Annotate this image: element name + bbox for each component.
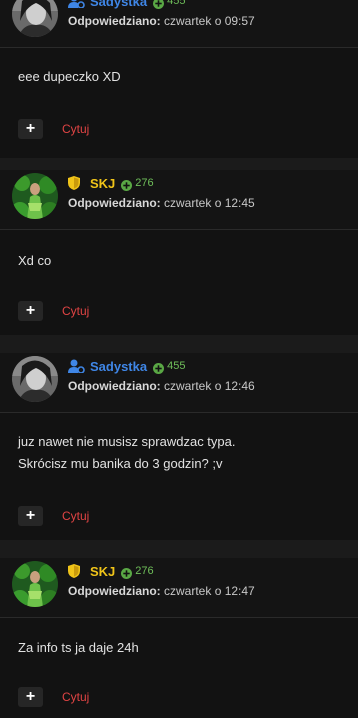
user-line: SKJ 276 bbox=[68, 175, 154, 191]
post: SKJ 276 Odpowiedziano: czwartek o 12:45 … bbox=[0, 170, 358, 335]
post-body: Xd co bbox=[18, 250, 51, 272]
user-line: Sadystka 455 bbox=[68, 358, 185, 374]
meta-label: Odpowiedziano: bbox=[68, 196, 161, 210]
reputation-plus-icon bbox=[121, 566, 133, 579]
reputation-count: 276 bbox=[135, 565, 154, 577]
reputation-count: 455 bbox=[167, 360, 186, 372]
shield-icon bbox=[68, 176, 85, 190]
meta-label: Odpowiedziano: bbox=[68, 14, 161, 28]
post: SKJ 276 Odpowiedziano: czwartek o 12:47 … bbox=[0, 558, 358, 718]
post: Sadystka 455 Odpowiedziano: czwartek o 1… bbox=[0, 353, 358, 540]
reputation-plus-icon bbox=[153, 0, 165, 9]
meta-label: Odpowiedziano: bbox=[68, 379, 161, 393]
shield-icon bbox=[68, 564, 85, 578]
reputation-count: 455 bbox=[167, 0, 186, 7]
post-line: Xd co bbox=[18, 253, 52, 268]
post-header: SKJ 276 Odpowiedziano: czwartek o 12:47 bbox=[0, 558, 358, 618]
post-time: czwartek o 09:57 bbox=[164, 14, 255, 28]
post-meta: Odpowiedziano: czwartek o 12:46 bbox=[68, 379, 255, 393]
avatar[interactable] bbox=[12, 561, 58, 607]
plus-button[interactable]: + bbox=[18, 687, 43, 707]
reputation-plus-icon bbox=[153, 361, 165, 374]
post-header: Sadystka 455 Odpowiedziano: czwartek o 0… bbox=[0, 0, 358, 48]
user-cog-icon bbox=[68, 0, 85, 9]
post-actions: + Cytuj bbox=[18, 687, 89, 707]
post-header: Sadystka 455 Odpowiedziano: czwartek o 1… bbox=[0, 353, 358, 413]
user-cog-icon bbox=[68, 359, 85, 374]
plus-button[interactable]: + bbox=[18, 506, 43, 526]
post-body: eee dupeczko XD bbox=[18, 66, 121, 88]
reputation-count: 276 bbox=[135, 177, 154, 189]
post-header: SKJ 276 Odpowiedziano: czwartek o 12:45 bbox=[0, 170, 358, 230]
plus-button[interactable]: + bbox=[18, 301, 43, 321]
post-actions: + Cytuj bbox=[18, 301, 89, 321]
username[interactable]: Sadystka bbox=[90, 0, 147, 9]
username[interactable]: SKJ bbox=[90, 176, 115, 191]
post-time: czwartek o 12:47 bbox=[164, 584, 255, 598]
post: Sadystka 455 Odpowiedziano: czwartek o 0… bbox=[0, 0, 358, 158]
plus-button[interactable]: + bbox=[18, 119, 43, 139]
quote-button[interactable]: Cytuj bbox=[62, 122, 89, 136]
post-meta: Odpowiedziano: czwartek o 09:57 bbox=[68, 14, 255, 28]
meta-label: Odpowiedziano: bbox=[68, 584, 161, 598]
post-actions: + Cytuj bbox=[18, 119, 89, 139]
post-body: Za info ts ja daje 24h bbox=[18, 637, 139, 659]
avatar[interactable] bbox=[12, 173, 58, 219]
post-body: juz nawet nie musisz sprawdzac typa. Skr… bbox=[18, 431, 235, 475]
user-line: Sadystka 455 bbox=[68, 0, 185, 9]
quote-button[interactable]: Cytuj bbox=[62, 690, 89, 704]
post-time: czwartek o 12:45 bbox=[164, 196, 255, 210]
quote-button[interactable]: Cytuj bbox=[62, 509, 89, 523]
post-line: juz nawet nie musisz sprawdzac typa. bbox=[18, 434, 236, 449]
post-meta: Odpowiedziano: czwartek o 12:47 bbox=[68, 584, 255, 598]
post-line: Za info ts ja daje 24h bbox=[18, 640, 139, 655]
username[interactable]: SKJ bbox=[90, 564, 115, 579]
user-line: SKJ 276 bbox=[68, 563, 154, 579]
reputation-plus-icon bbox=[121, 178, 133, 191]
avatar[interactable] bbox=[12, 0, 58, 37]
avatar[interactable] bbox=[12, 356, 58, 402]
post-time: czwartek o 12:46 bbox=[164, 379, 255, 393]
post-line: eee dupeczko XD bbox=[18, 69, 121, 84]
username[interactable]: Sadystka bbox=[90, 359, 147, 374]
post-meta: Odpowiedziano: czwartek o 12:45 bbox=[68, 196, 255, 210]
post-line: Skrócisz mu banika do 3 godzin? ;v bbox=[18, 456, 223, 471]
quote-button[interactable]: Cytuj bbox=[62, 304, 89, 318]
post-actions: + Cytuj bbox=[18, 506, 89, 526]
